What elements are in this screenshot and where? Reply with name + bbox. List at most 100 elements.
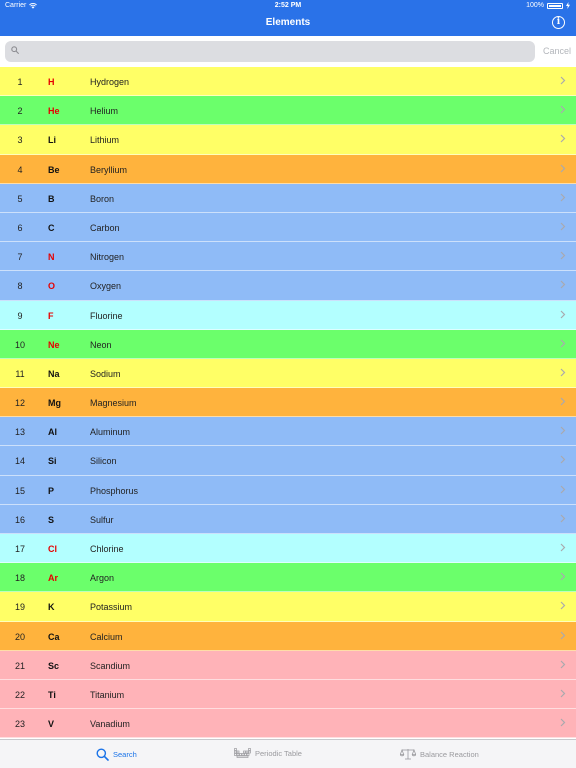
chevron-right-icon xyxy=(560,572,566,581)
element-symbol: Be xyxy=(48,164,60,175)
element-name: Hydrogen xyxy=(90,77,130,87)
element-name: Aluminum xyxy=(90,427,131,438)
status-bar: Carrier 2:52 PM 100% xyxy=(0,0,576,12)
element-row[interactable]: 12 Mg Magnesium xyxy=(0,388,576,418)
element-row[interactable]: 11 Na Sodium xyxy=(0,358,576,389)
element-row[interactable]: 14 Si Silicon xyxy=(0,446,576,476)
element-symbol: Ne xyxy=(48,339,60,350)
chevron-right-icon xyxy=(560,514,566,523)
navigation-bar: Elements i xyxy=(0,12,576,36)
element-row[interactable]: 21 Sc Scandium xyxy=(0,650,576,680)
element-name: Calcium xyxy=(90,631,123,642)
periodic-grid-icon xyxy=(234,748,251,758)
element-number: 23 xyxy=(14,719,25,730)
element-row[interactable]: 7 N Nitrogen xyxy=(0,242,576,272)
chevron-right-icon xyxy=(560,456,566,464)
element-row[interactable]: 9 F Fluorine xyxy=(0,300,576,330)
element-number: 10 xyxy=(14,339,25,350)
element-number: 17 xyxy=(14,544,25,554)
element-name: Boron xyxy=(90,193,115,204)
element-number: 14 xyxy=(14,456,25,467)
element-row[interactable]: 17 Cl Chlorine xyxy=(0,534,576,564)
chevron-right-icon xyxy=(560,164,566,172)
element-symbol: O xyxy=(48,281,56,292)
chevron-right-icon xyxy=(560,105,566,114)
chevron-right-icon xyxy=(560,134,566,143)
element-number: 18 xyxy=(14,573,25,584)
element-name: Titanium xyxy=(90,689,125,700)
element-symbol: Ca xyxy=(48,631,60,642)
element-row[interactable]: 23 V Vanadium xyxy=(0,709,576,739)
element-name: Scandium xyxy=(90,660,131,671)
element-name: Neon xyxy=(90,339,112,350)
element-name: Beryllium xyxy=(90,164,128,175)
chevron-right-icon xyxy=(560,193,566,202)
element-name: Vanadium xyxy=(90,719,130,730)
chevron-right-icon xyxy=(560,310,566,318)
chevron-right-icon xyxy=(560,222,566,231)
tab-balance-reaction[interactable]: Balance Reaction xyxy=(400,748,479,760)
element-name: Argon xyxy=(90,573,115,584)
element-symbol: Ti xyxy=(48,689,56,700)
element-row[interactable]: 1 H Hydrogen xyxy=(0,67,576,97)
info-icon[interactable]: i xyxy=(552,16,565,29)
status-time: 2:52 PM xyxy=(274,2,302,9)
element-name: Sodium xyxy=(90,368,121,379)
element-name: Carbon xyxy=(90,222,120,233)
element-row[interactable]: 16 S Sulfur xyxy=(0,504,576,534)
element-name: Potassium xyxy=(90,602,133,613)
element-number: 21 xyxy=(14,660,25,671)
element-row[interactable]: 13 Al Aluminum xyxy=(0,417,576,447)
element-row[interactable]: 22 Ti Titanium xyxy=(0,679,576,710)
element-symbol: F xyxy=(48,310,54,321)
search-field[interactable] xyxy=(5,41,535,62)
element-row[interactable]: 15 P Phosphorus xyxy=(0,475,576,505)
magnifier-icon xyxy=(96,748,109,761)
element-symbol: Al xyxy=(48,427,57,438)
element-symbol: Ar xyxy=(48,573,59,584)
tab-bar: Search Periodic Table Balance Reaction xyxy=(0,739,576,768)
element-number: 2 xyxy=(17,106,23,117)
element-number: 9 xyxy=(17,310,23,321)
chevron-right-icon xyxy=(560,251,566,260)
tab-periodic-table[interactable]: Periodic Table xyxy=(234,748,302,758)
search-input[interactable] xyxy=(25,43,529,62)
element-row[interactable]: 10 Ne Neon xyxy=(0,329,576,359)
chevron-right-icon xyxy=(560,543,566,552)
element-name: Nitrogen xyxy=(90,252,125,263)
chevron-right-icon xyxy=(560,660,566,669)
balance-scale-icon xyxy=(400,748,416,760)
element-name: Silicon xyxy=(90,456,117,467)
element-row[interactable]: 8 O Oxygen xyxy=(0,271,576,301)
element-row[interactable]: 4 Be Beryllium xyxy=(0,154,576,184)
element-list: 1 H Hydrogen 2 He Helium 3 Li Lithium 4 Be Berylliu… xyxy=(0,67,576,739)
element-number: 7 xyxy=(17,252,23,263)
element-symbol: Mg xyxy=(48,398,61,409)
element-symbol: K xyxy=(48,602,55,613)
element-number: 16 xyxy=(14,514,25,525)
chevron-right-icon xyxy=(560,689,566,698)
element-row[interactable]: 2 He Helium xyxy=(0,96,576,126)
element-row[interactable]: 6 C Carbon xyxy=(0,212,576,243)
tab-search-label: Search xyxy=(113,750,137,759)
chevron-right-icon xyxy=(560,368,566,377)
cancel-button[interactable]: Cancel xyxy=(543,46,571,56)
element-name: Sulfur xyxy=(90,514,114,525)
element-symbol: Si xyxy=(48,456,57,467)
element-row[interactable]: 19 K Potassium xyxy=(0,592,576,622)
element-row[interactable]: 3 Li Lithium xyxy=(0,125,576,155)
element-number: 12 xyxy=(14,398,25,409)
element-symbol: C xyxy=(48,222,55,233)
tab-search[interactable]: Search xyxy=(96,748,137,761)
element-number: 22 xyxy=(14,689,25,700)
element-row[interactable]: 20 Ca Calcium xyxy=(0,621,576,651)
element-number: 1 xyxy=(17,77,23,87)
element-row[interactable]: 5 B Boron xyxy=(0,183,576,213)
page-title: Elements xyxy=(265,17,311,28)
battery-percent: 100% xyxy=(526,2,544,9)
chevron-right-icon xyxy=(560,397,566,406)
chevron-right-icon xyxy=(560,280,566,289)
element-row[interactable]: 18 Ar Argon xyxy=(0,563,576,593)
element-name: Lithium xyxy=(90,135,120,146)
element-name: Magnesium xyxy=(90,398,137,409)
